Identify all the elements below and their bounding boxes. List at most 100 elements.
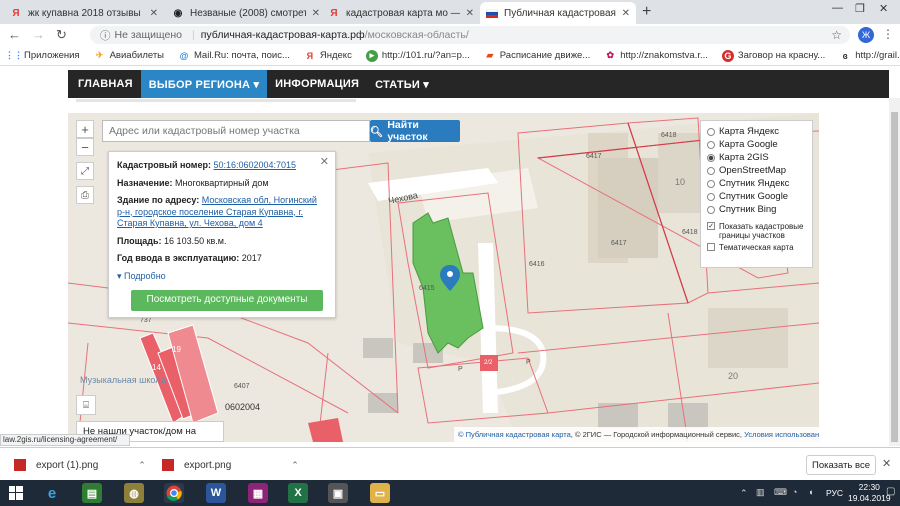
bookmark-zagovor[interactable]: G Заговор на красну... — [721, 49, 825, 62]
minimize-icon[interactable]: — — [832, 2, 843, 14]
layer-option[interactable]: Спутник Bing — [707, 203, 806, 216]
language-indicator[interactable]: РУС — [826, 488, 843, 498]
app-icon[interactable]: ◍ — [124, 483, 144, 503]
swirl-icon: ɞ — [842, 50, 848, 61]
cad-label: Кадастровый номер: — [117, 160, 211, 170]
play-icon: ▸ — [365, 49, 378, 62]
bookmark-mail[interactable]: @ Mail.Ru: почта, поис... — [178, 50, 290, 62]
layer-option-selected[interactable]: Карта 2GIS — [707, 151, 806, 164]
layer-option[interactable]: Спутник Google — [707, 190, 806, 203]
layer-option[interactable]: Карта Google — [707, 138, 806, 151]
address-bar[interactable]: ⓘ Не защищено | публичная-кадастровая-ка… — [90, 26, 850, 44]
layer-option[interactable]: Карта Яндекс — [707, 125, 806, 138]
close-icon[interactable]: ✕ — [882, 457, 891, 470]
zoom-out-button[interactable]: − — [76, 138, 94, 156]
tab-title: жк купавна 2018 отзывы покуп — [28, 7, 144, 19]
parcel-number: 6407 — [234, 383, 250, 390]
excel-icon[interactable]: X — [288, 483, 308, 503]
keyboard-icon[interactable]: ⌨ — [774, 487, 787, 498]
ie-icon[interactable]: e — [42, 483, 62, 503]
close-icon[interactable]: ✕ — [320, 155, 329, 169]
menu-icon[interactable]: ⋮ — [882, 27, 894, 41]
new-tab-icon[interactable]: + — [642, 3, 651, 21]
forward-icon[interactable]: → — [32, 27, 45, 42]
view-documents-button[interactable]: Посмотреть доступные документы — [131, 290, 323, 312]
chevron-up-icon[interactable]: ⌃ — [138, 460, 146, 471]
avatar[interactable]: Ж — [858, 27, 874, 43]
restore-icon[interactable]: ❐ — [855, 2, 865, 15]
page-scrollbar[interactable] — [889, 98, 900, 446]
yandex-icon: Я — [330, 7, 338, 19]
network-icon[interactable]: ▥ — [756, 487, 765, 498]
tab-1[interactable]: ◉ Незваные (2008) смотреть онла ✕ — [166, 2, 326, 24]
bookmark-avia[interactable]: ✈ Авиабилеты — [94, 50, 164, 62]
wifi-icon[interactable]: ◔ — [792, 487, 797, 497]
tray-chevron-icon[interactable]: ⌃ — [740, 488, 748, 499]
attribution-link[interactable]: Публичная кадастровая карта — [466, 430, 571, 439]
info-icon[interactable]: ⓘ — [100, 28, 111, 43]
nav-main[interactable]: ГЛАВНАЯ — [68, 70, 141, 98]
nav-region[interactable]: ВЫБОР РЕГИОНА ▾ — [140, 70, 268, 98]
area-label: Площадь: — [117, 235, 162, 246]
tab-3-active[interactable]: Публичная кадастровая карта ✕ — [480, 2, 636, 24]
folder-icon[interactable]: ▭ — [370, 483, 390, 503]
close-icon[interactable]: ✕ — [622, 8, 630, 19]
tab-2[interactable]: Я кадастровая карта мо — Яндекс ✕ — [322, 2, 480, 24]
winrar-icon[interactable]: ▦ — [248, 483, 268, 503]
volume-icon[interactable]: ◖ — [808, 487, 813, 497]
bookmark-train[interactable]: ▰ Расписание движе... — [484, 50, 590, 62]
word-icon[interactable]: W — [206, 483, 226, 503]
star-icon[interactable]: ☆ — [831, 28, 842, 42]
attribution-text: , © 2ГИС — Городской информационный серв… — [570, 430, 743, 439]
cadastral-map[interactable]: Чехова Музыкальная школа 6417 6418 10 64… — [68, 113, 819, 442]
reload-icon[interactable]: ↻ — [56, 27, 67, 43]
find-parcel-label: Найти участок — [387, 119, 428, 143]
radio-icon — [707, 140, 715, 149]
app-icon[interactable]: ▣ — [328, 483, 348, 503]
tab-0[interactable]: Я жк купавна 2018 отзывы покуп ✕ — [4, 2, 164, 24]
bookmark-znak[interactable]: ✿ http://znakomstva.r... — [604, 50, 707, 62]
close-window-icon[interactable]: ✕ — [879, 2, 888, 15]
chevron-up-icon[interactable]: ⌃ — [291, 460, 299, 471]
notifications-icon[interactable]: ▢ — [886, 486, 895, 497]
download-item[interactable]: export (1).png ⌃ — [14, 456, 146, 474]
close-icon[interactable]: ✕ — [312, 8, 320, 19]
bookmark-apps[interactable]: ⋮⋮ Приложения — [5, 50, 80, 62]
copyright-icon: © — [458, 430, 466, 439]
radio-icon — [707, 192, 715, 201]
bookmark-101[interactable]: ▸ http://101.ru/?an=p... — [365, 49, 470, 62]
back-icon[interactable]: ← — [8, 27, 21, 42]
parcel-info-popup: ✕ Кадастровый номер: 50:16:0602004:7015 … — [108, 151, 336, 318]
show-boundaries-checkbox[interactable]: ✓ Показать кадастровые границы участков — [707, 222, 806, 240]
bookmark-label: Расписание движе... — [499, 50, 591, 61]
layer-option[interactable]: OpenStreetMap — [707, 164, 806, 177]
start-icon[interactable] — [6, 483, 26, 503]
nav-info[interactable]: ИНФОРМАЦИЯ — [267, 70, 367, 98]
bookmark-grail[interactable]: ɞ http://grail.chudofo... — [839, 50, 900, 62]
checkbox-label: Показать кадастровые границы участков — [719, 222, 804, 240]
scrollbar-thumb[interactable] — [891, 112, 898, 442]
bookmark-yandex[interactable]: Я Яндекс — [304, 50, 352, 62]
show-all-button[interactable]: Показать все — [806, 455, 876, 475]
download-item[interactable]: export.png ⌃ — [162, 456, 299, 474]
zoom-in-button[interactable]: + — [76, 120, 94, 138]
thematic-map-checkbox[interactable]: Тематическая карта — [707, 243, 806, 252]
close-icon[interactable]: ✕ — [466, 8, 474, 19]
find-parcel-button[interactable]: 🔍︎ Найти участок — [370, 119, 460, 143]
fullscreen-icon[interactable]: ⤢ — [76, 162, 94, 180]
bookmark-label: Mail.Ru: почта, поис... — [194, 50, 290, 61]
details-link[interactable]: ▾ Подробно — [117, 271, 327, 283]
search-input[interactable] — [102, 120, 370, 142]
legend-icon[interactable]: ⌸ — [76, 395, 96, 415]
clock[interactable]: 22:30 19.04.2019 — [848, 482, 891, 504]
close-icon[interactable]: ✕ — [150, 8, 158, 19]
layer-option[interactable]: Спутник Яндекс — [707, 177, 806, 190]
print-icon[interactable]: ⎙ — [76, 186, 94, 204]
nav-articles[interactable]: СТАТЬИ ▾ — [367, 70, 437, 98]
area-value: 16 103.50 кв.м. — [164, 235, 227, 246]
chrome-icon[interactable] — [164, 483, 184, 503]
cad-number-link[interactable]: 50:16:0602004:7015 — [213, 160, 296, 170]
terms-link[interactable]: Условия использования — [744, 430, 819, 439]
store-icon[interactable]: ▤ — [82, 483, 102, 503]
map-attribution: © Публичная кадастровая карта , © 2ГИС —… — [454, 427, 819, 442]
